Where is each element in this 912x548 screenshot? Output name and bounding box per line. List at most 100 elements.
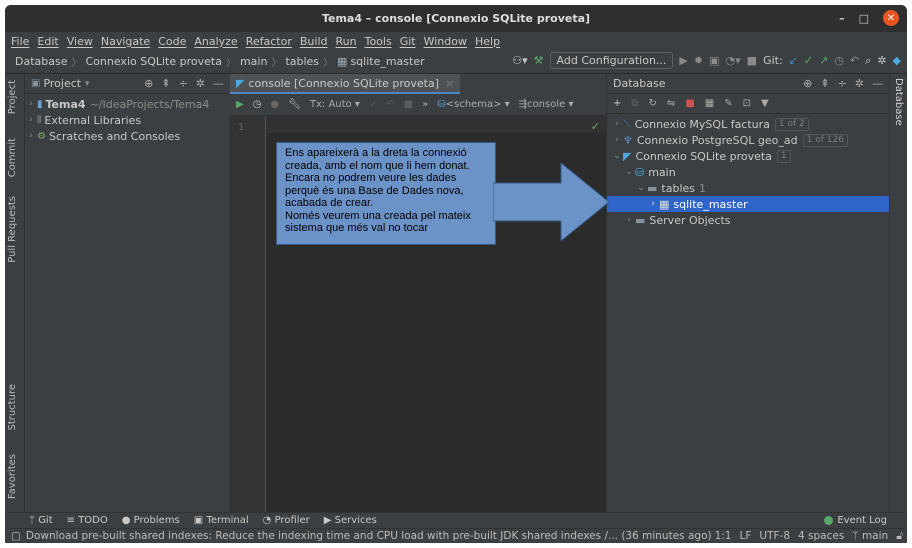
menu-view[interactable]: View	[67, 35, 93, 48]
search-icon[interactable]: ⌕	[865, 54, 871, 68]
tab-todo[interactable]: ≡ TODO	[67, 515, 108, 526]
settings-gear-icon[interactable]: ✲	[877, 54, 886, 67]
profile-icon[interactable]: ◔▾	[726, 54, 741, 67]
history-icon[interactable]: ◷	[834, 54, 844, 67]
tab-git[interactable]: ᛘ Git	[29, 515, 53, 526]
chevron-right-icon[interactable]: ›	[25, 131, 37, 141]
tab-commit[interactable]: Commit	[7, 138, 18, 177]
menu-tools[interactable]: Tools	[365, 35, 392, 48]
breadcrumb-sqlite-master[interactable]: sqlite_master	[350, 55, 424, 68]
menu-file[interactable]: File	[11, 35, 29, 48]
commit-icon[interactable]: ✓	[369, 99, 377, 110]
menu-edit[interactable]: Edit	[37, 35, 58, 48]
menu-refactor[interactable]: Refactor	[246, 35, 292, 48]
menu-run[interactable]: Run	[336, 35, 357, 48]
menu-window[interactable]: Window	[424, 35, 467, 48]
close-button[interactable]: ✕	[883, 10, 899, 26]
menu-navigate[interactable]: Navigate	[101, 35, 150, 48]
git-push-icon[interactable]: ↗	[819, 54, 828, 67]
coverage-icon[interactable]: ▣	[709, 54, 719, 67]
expand-icon[interactable]: ÷	[838, 77, 847, 90]
refresh-icon[interactable]: ↻	[649, 98, 657, 109]
menu-build[interactable]: Build	[300, 35, 328, 48]
schema-sync-icon[interactable]: ⇋	[667, 98, 675, 109]
breadcrumb-tables[interactable]: tables	[285, 55, 319, 68]
chevron-down-icon[interactable]: ▾	[81, 79, 93, 89]
minimize-button[interactable]: –	[839, 12, 845, 25]
breadcrumb-database[interactable]: Database	[15, 55, 68, 68]
db-item-mysql[interactable]: › ⟍ Connexio MySQL factura 1 of 2	[607, 116, 889, 132]
db-item-main[interactable]: ⌄ ⛁ main	[607, 164, 889, 180]
locate-icon[interactable]: ⊕	[803, 77, 812, 90]
tab-project[interactable]: Project	[7, 80, 18, 114]
tab-favorites[interactable]: Favorites	[7, 454, 18, 499]
chevron-right-icon[interactable]: ›	[623, 215, 635, 225]
tab-pull-requests[interactable]: Pull Requests	[7, 196, 18, 263]
tree-item-tema4[interactable]: › ▮ Tema4 ~/IdeaProjects/Tema4	[25, 96, 230, 112]
lock-icon[interactable]: 🔓︎	[896, 530, 903, 543]
maximize-button[interactable]: □	[859, 12, 869, 25]
line-separator[interactable]: LF	[740, 530, 752, 543]
tx-mode-select[interactable]: Tx: Auto ▾	[310, 99, 360, 110]
tab-problems[interactable]: ● Problems	[122, 515, 180, 526]
db-item-tables[interactable]: ⌄ ▬ tables 1	[607, 180, 889, 196]
table-editor-icon[interactable]: ▦	[705, 98, 714, 109]
chevron-down-icon[interactable]: ⌄	[623, 167, 635, 177]
hide-panel-icon[interactable]: —	[213, 77, 224, 90]
chevron-right-icon[interactable]: ›	[25, 99, 37, 109]
user-icon[interactable]: ⚇▾	[512, 54, 527, 67]
stop-square-icon[interactable]: ■	[404, 99, 413, 110]
console-icon[interactable]: ⊡	[743, 98, 751, 109]
build-hammer-icon[interactable]: ⚒	[534, 54, 544, 67]
menu-analyze[interactable]: Analyze	[194, 35, 237, 48]
chevron-right-icon[interactable]: ›	[647, 199, 659, 209]
tab-database[interactable]: Database	[893, 78, 904, 126]
menu-git[interactable]: Git	[400, 35, 416, 48]
breadcrumb-schema[interactable]: main	[240, 55, 267, 68]
rollback-icon[interactable]: ↶	[850, 54, 859, 67]
file-encoding[interactable]: UTF-8	[759, 530, 790, 543]
debug-icon[interactable]: ✹	[694, 54, 703, 67]
breadcrumb-connection[interactable]: Connexio SQLite proveta	[86, 55, 222, 68]
db-item-sqlite[interactable]: ⌄ ◤ Connexio SQLite proveta 1	[607, 148, 889, 164]
git-update-icon[interactable]: ↙	[789, 54, 798, 67]
stop-icon[interactable]: ●	[270, 99, 279, 110]
event-log-button[interactable]: Event Log	[824, 515, 887, 526]
collapse-all-icon[interactable]: ⇞	[820, 77, 829, 90]
more-icon[interactable]: »	[422, 99, 428, 110]
db-item-postgresql[interactable]: › ♆ Connexio PostgreSQL geo_ad 1 of 126	[607, 132, 889, 148]
gear-icon[interactable]: ✲	[196, 77, 205, 90]
code-editor[interactable]	[266, 116, 606, 133]
tab-terminal[interactable]: ▣ Terminal	[194, 515, 249, 526]
edit-icon[interactable]: ✎	[724, 98, 732, 109]
tab-profiler[interactable]: ◔ Profiler	[263, 515, 310, 526]
tab-console[interactable]: ◤ console [Connexio SQLite proveta] ×	[230, 74, 461, 94]
copy-icon[interactable]: ⧉	[631, 98, 638, 109]
hide-panel-icon[interactable]: —	[872, 77, 883, 90]
caret-position[interactable]: 1:1	[715, 530, 732, 543]
console-select[interactable]: ⇶console ▾	[519, 99, 574, 110]
git-branch[interactable]: ᛘ main	[852, 530, 888, 543]
menu-code[interactable]: Code	[158, 35, 186, 48]
tree-item-scratches[interactable]: › ⚙ Scratches and Consoles	[25, 128, 230, 144]
stop-icon[interactable]: ■	[747, 54, 757, 67]
add-configuration-button[interactable]: Add Configuration...	[549, 52, 674, 69]
close-tab-icon[interactable]: ×	[445, 77, 454, 90]
tab-services[interactable]: ▶ Services	[324, 515, 377, 526]
run-icon[interactable]: ▶	[679, 54, 687, 67]
tab-structure[interactable]: Structure	[7, 384, 18, 431]
project-panel-title[interactable]: Project	[43, 77, 81, 90]
expand-icon[interactable]: ÷	[179, 77, 188, 90]
locate-icon[interactable]: ⊕	[144, 77, 153, 90]
add-icon[interactable]: +	[613, 98, 621, 109]
status-message[interactable]: Download pre-built shared indexes: Reduc…	[26, 530, 712, 542]
rollback-icon[interactable]: ↶	[386, 99, 394, 110]
chevron-down-icon[interactable]: ⌄	[611, 151, 623, 161]
menu-help[interactable]: Help	[475, 35, 500, 48]
db-item-server-objects[interactable]: › ▬ Server Objects	[607, 212, 889, 228]
tree-item-external-libraries[interactable]: › ⦀ External Libraries	[25, 112, 230, 128]
git-commit-icon[interactable]: ✓	[804, 54, 813, 67]
stop-icon[interactable]: ■	[685, 98, 694, 109]
settings-wrench-icon[interactable]: 🔧︎	[288, 99, 301, 110]
history-icon[interactable]: ◷	[253, 99, 262, 110]
